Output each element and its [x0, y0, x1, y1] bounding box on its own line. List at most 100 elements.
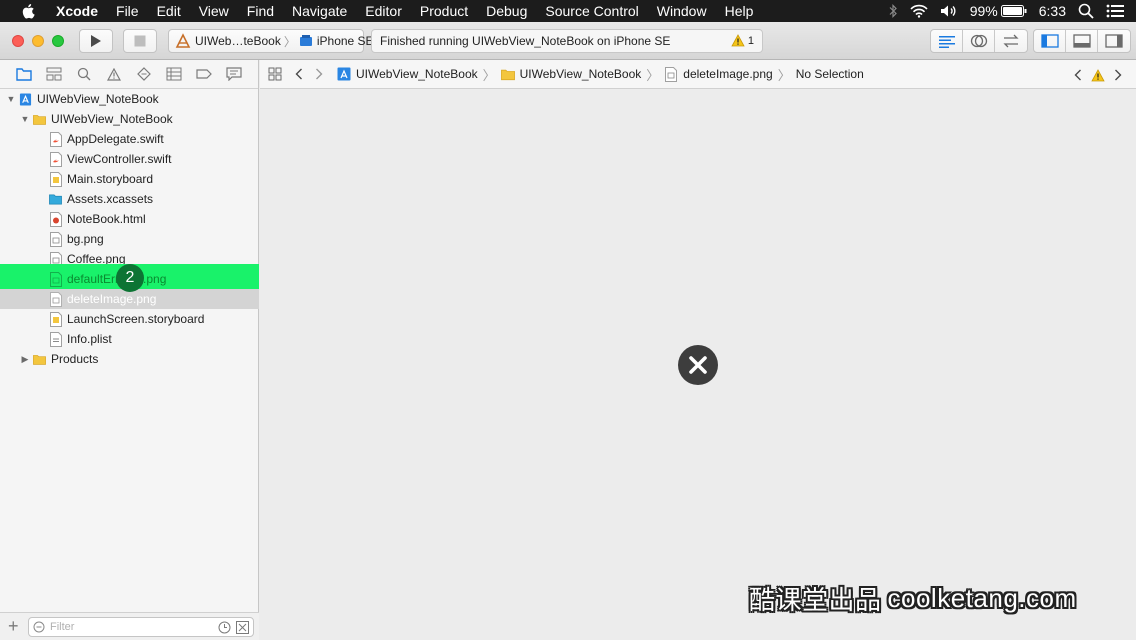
breadcrumb-label: deleteImage.png	[683, 67, 773, 81]
html-file-icon	[49, 211, 62, 227]
breadcrumb-group[interactable]: UIWebView_NoteBook	[500, 67, 641, 81]
menu-debug[interactable]: Debug	[477, 3, 536, 19]
folder-tab-icon	[16, 68, 32, 81]
menu-navigate[interactable]: Navigate	[283, 3, 356, 19]
close-icon	[689, 356, 707, 374]
warning-triangle-icon	[107, 67, 121, 81]
disclosure-expanded-icon[interactable]: ▼	[20, 114, 30, 124]
version-editor-icon	[1003, 34, 1019, 48]
version-editor-button[interactable]	[995, 30, 1027, 52]
toggle-inspector-button[interactable]	[1098, 30, 1130, 52]
toggle-navigator-button[interactable]	[1034, 30, 1066, 52]
debug-navigator-tab[interactable]	[159, 64, 189, 84]
menu-find[interactable]: Find	[238, 3, 283, 19]
previous-issue-icon[interactable]	[1068, 65, 1088, 85]
disclosure-expanded-icon[interactable]: ▼	[6, 94, 16, 104]
navigator-tabs	[0, 60, 258, 89]
debug-panel-icon	[1072, 34, 1091, 48]
issue-navigator-tab[interactable]	[99, 64, 129, 84]
tree-row-group[interactable]: ▶ Products	[0, 349, 259, 369]
clock[interactable]: 6:33	[1039, 3, 1066, 19]
breadcrumb-project[interactable]: UIWebView_NoteBook	[337, 67, 478, 81]
menu-editor[interactable]: Editor	[356, 3, 411, 19]
forward-arrow-icon[interactable]	[309, 64, 329, 84]
image-file-icon	[664, 66, 678, 82]
spotlight-icon[interactable]	[1078, 3, 1094, 19]
tree-row-file[interactable]: Info.plist	[0, 329, 259, 349]
back-arrow-icon[interactable]	[289, 64, 309, 84]
asset-catalog-icon	[49, 192, 62, 207]
volume-icon[interactable]	[940, 4, 958, 18]
test-navigator-tab[interactable]	[129, 64, 159, 84]
tree-row-file[interactable]: Assets.xcassets	[0, 189, 259, 209]
menu-product[interactable]: Product	[411, 3, 477, 19]
watermark: 酷课堂出品 coolketang.com	[749, 583, 1077, 616]
tree-row-group[interactable]: ▼ UIWebView_NoteBook	[0, 109, 259, 129]
disclosure-collapsed-icon[interactable]: ▶	[20, 354, 30, 364]
apple-menu-icon[interactable]	[20, 2, 38, 20]
breakpoint-navigator-tab[interactable]	[189, 64, 219, 84]
warning-icon[interactable]	[1088, 65, 1108, 85]
zoom-window-button[interactable]	[52, 35, 64, 47]
tree-row-file[interactable]: NoteBook.html	[0, 209, 259, 229]
minimize-window-button[interactable]	[32, 35, 44, 47]
notification-center-icon[interactable]	[1106, 4, 1124, 18]
destination-name: iPhone SE	[316, 34, 374, 48]
tree-label: deleteImage.png	[67, 292, 157, 306]
menu-help[interactable]: Help	[716, 3, 763, 19]
standard-editor-button[interactable]	[931, 30, 963, 52]
related-items-icon[interactable]	[265, 64, 285, 84]
source-control-filter-icon[interactable]	[236, 621, 249, 634]
battery-icon[interactable]	[1000, 5, 1027, 17]
warning-icon	[731, 34, 745, 47]
tree-row-file[interactable]: AppDelegate.swift	[0, 129, 259, 149]
run-button[interactable]	[79, 29, 113, 53]
tree-row-selected[interactable]: deleteImage.png	[0, 289, 259, 309]
tree-row-file[interactable]: bg.png	[0, 229, 259, 249]
tree-row-project[interactable]: ▼ UIWebView_NoteBook	[0, 89, 259, 109]
breadcrumb-separator-icon: 〉	[777, 67, 791, 83]
menu-app-name[interactable]: Xcode	[56, 3, 107, 19]
activity-viewer[interactable]: Finished running UIWebView_NoteBook on i…	[371, 29, 763, 53]
report-navigator-tab[interactable]	[219, 64, 249, 84]
tree-row-file[interactable]: ViewController.swift	[0, 149, 259, 169]
wifi-icon[interactable]	[910, 4, 928, 18]
scheme-app-icon	[175, 33, 191, 49]
menu-file[interactable]: File	[107, 3, 148, 19]
filter-input[interactable]	[50, 621, 200, 633]
scheme-separator-icon: 〉	[283, 34, 296, 49]
image-file-icon	[49, 271, 62, 287]
tree-row-file[interactable]: LaunchScreen.storyboard	[0, 309, 259, 329]
stop-button[interactable]	[123, 29, 157, 53]
next-issue-icon[interactable]	[1108, 65, 1128, 85]
image-editor	[260, 90, 1136, 640]
breadcrumb-file[interactable]: deleteImage.png	[664, 66, 773, 82]
menu-window[interactable]: Window	[648, 3, 716, 19]
tree-label: Main.storyboard	[67, 172, 154, 186]
menu-edit[interactable]: Edit	[148, 3, 190, 19]
menu-source-control[interactable]: Source Control	[536, 3, 647, 19]
assistant-editor-button[interactable]	[963, 30, 995, 52]
toggle-debug-area-button[interactable]	[1066, 30, 1098, 52]
project-navigator-tab[interactable]	[9, 64, 39, 84]
symbol-navigator-tab[interactable]	[39, 64, 69, 84]
filter-field[interactable]	[28, 617, 254, 637]
jump-bar: UIWebView_NoteBook 〉 UIWebView_NoteBook …	[260, 60, 1136, 89]
tree-row-file[interactable]: Main.storyboard	[0, 169, 259, 189]
inspector-panel-icon	[1105, 34, 1123, 48]
scheme-selector[interactable]: UIWeb…teBook 〉 iPhone SE	[168, 29, 374, 53]
menu-view[interactable]: View	[190, 3, 238, 19]
bluetooth-icon[interactable]	[888, 4, 898, 18]
watermark-cn: 酷课堂出品	[749, 585, 882, 616]
find-navigator-tab[interactable]	[69, 64, 99, 84]
add-file-icon[interactable]: +	[8, 617, 22, 635]
warning-indicator[interactable]: 1	[731, 34, 754, 47]
close-window-button[interactable]	[12, 35, 24, 47]
folder-icon	[500, 67, 515, 81]
image-preview	[678, 345, 718, 385]
recent-files-icon[interactable]	[218, 621, 231, 634]
tree-label: NoteBook.html	[67, 212, 146, 226]
tree-label: bg.png	[67, 232, 104, 246]
warning-count: 1	[747, 34, 754, 47]
breadcrumb-selection[interactable]: No Selection	[796, 67, 864, 81]
